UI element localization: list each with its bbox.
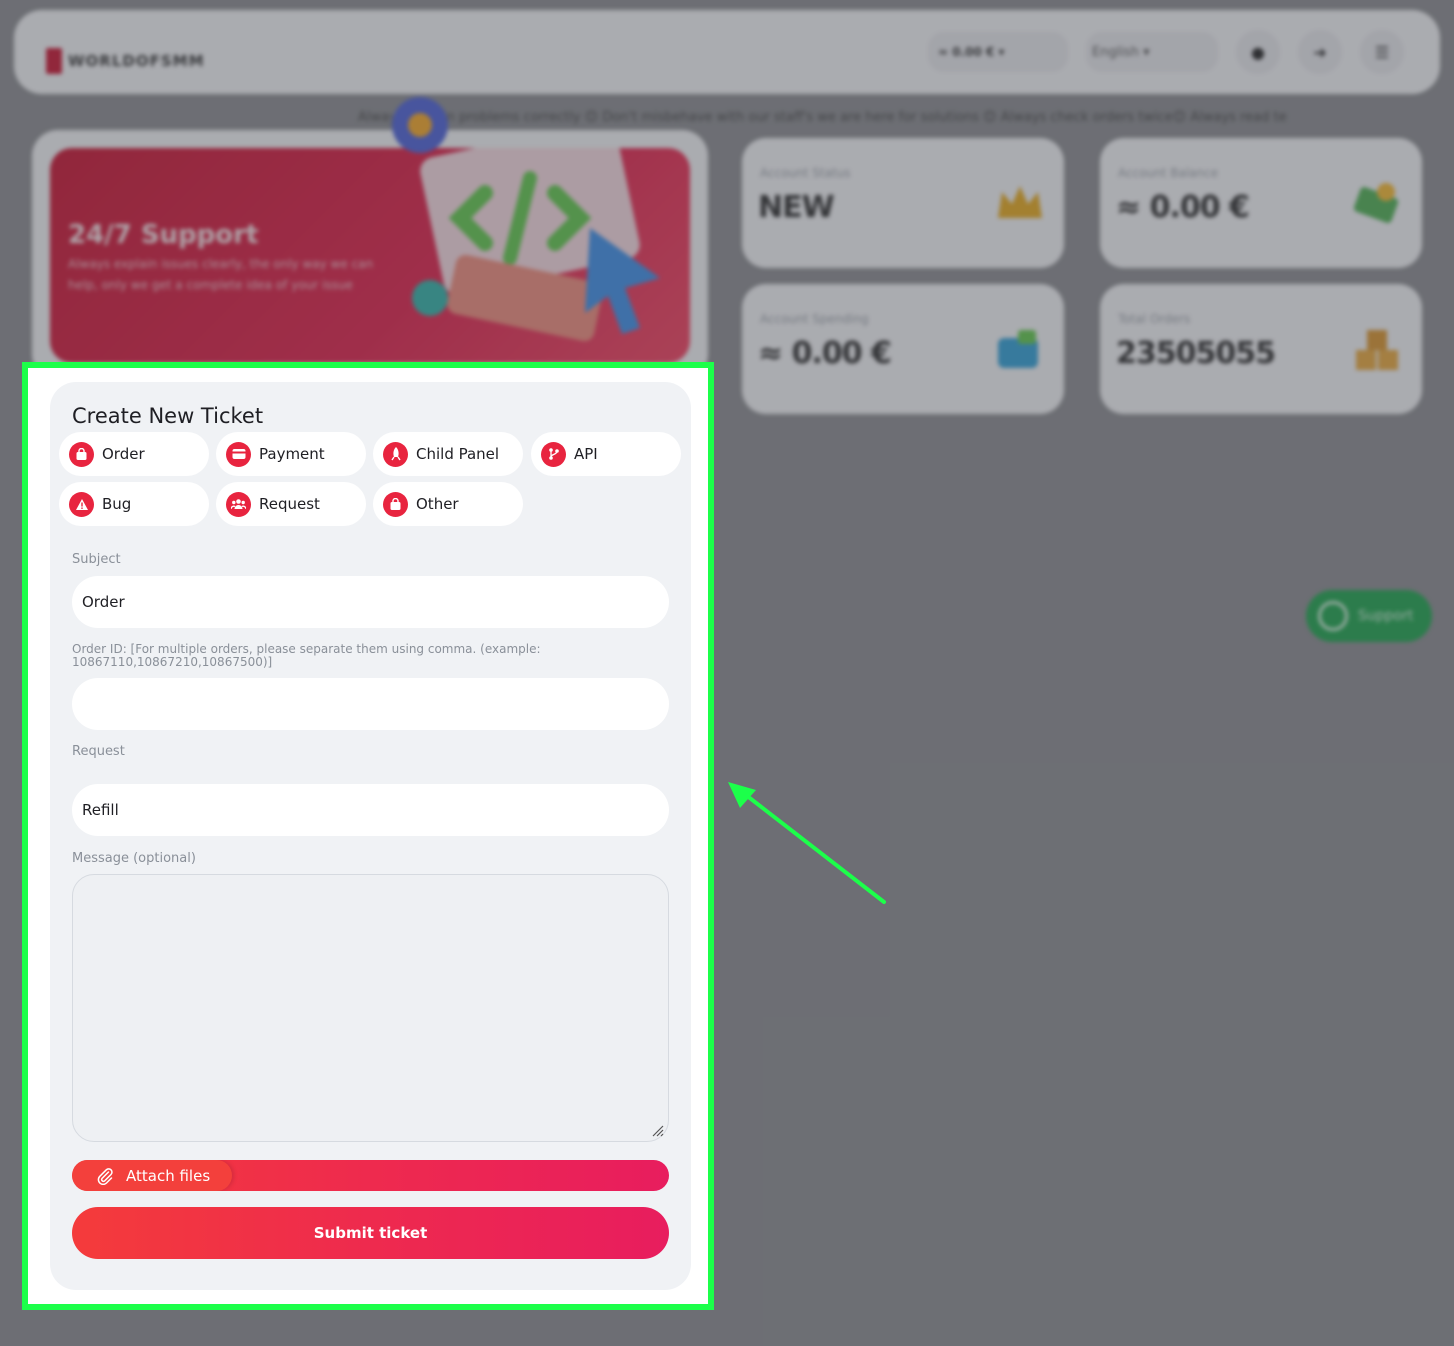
chip-label: Request [259,495,320,513]
category-order[interactable]: Order [59,432,209,476]
category-payment[interactable]: Payment [216,432,366,476]
subject-value: Order [82,593,125,611]
category-api[interactable]: API [531,432,681,476]
request-label: Request [72,744,125,759]
resize-grip-icon[interactable] [650,1123,664,1137]
chip-label: Child Panel [416,445,500,463]
bag-icon [383,491,408,517]
order-id-input[interactable] [72,678,669,730]
submit-ticket-label: Submit ticket [313,1224,428,1242]
warning-icon [69,491,94,517]
subject-label: Subject [72,552,121,567]
paperclip-icon [97,1167,113,1185]
attach-files-input[interactable]: Attach files [72,1160,669,1191]
request-value: Refill [82,801,119,819]
order-id-label: Order ID: [For multiple orders, please s… [72,642,541,669]
chip-label: API [574,445,598,463]
chip-label: Bug [102,495,132,513]
submit-ticket-button[interactable]: Submit ticket [72,1207,669,1259]
card-title: Create New Ticket [72,404,264,428]
request-select[interactable]: Refill [72,784,669,836]
users-icon [226,491,251,517]
rocket-icon [383,441,408,467]
chip-label: Other [416,495,459,513]
annotation-arrow-icon [728,782,886,904]
chip-label: Order [102,445,145,463]
bag-icon [69,441,94,467]
subject-select[interactable]: Order [72,576,669,628]
card-icon [226,441,251,467]
attach-files-label: Attach files [126,1166,211,1185]
chip-label: Payment [259,445,325,463]
message-label: Message (optional) [72,851,196,866]
message-textarea[interactable] [72,874,669,1142]
attach-files-button[interactable]: Attach files [72,1160,232,1191]
category-other[interactable]: Other [373,482,523,526]
category-request[interactable]: Request [216,482,366,526]
category-bug[interactable]: Bug [59,482,209,526]
branch-icon [541,441,566,467]
category-child-panel[interactable]: Child Panel [373,432,523,476]
